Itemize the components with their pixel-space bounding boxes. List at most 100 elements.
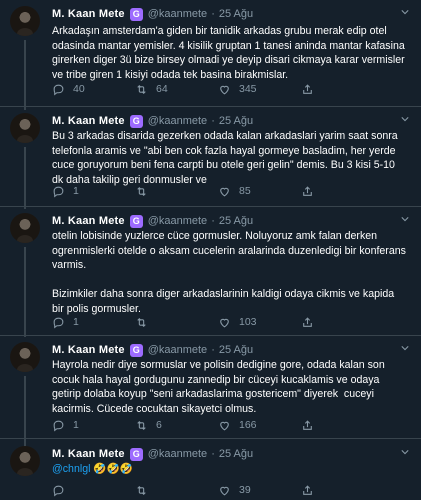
author-name[interactable]: M. Kaan Mete xyxy=(52,448,125,460)
tweet-date[interactable]: 25 Ağu xyxy=(219,448,253,460)
tweet-actions: 39 xyxy=(52,482,392,498)
like-count: 345 xyxy=(239,83,257,95)
chevron-down-icon[interactable] xyxy=(401,448,409,456)
reply-button[interactable] xyxy=(52,484,135,497)
mention-link[interactable]: @chnlgl xyxy=(52,463,90,475)
author-handle[interactable]: @kaanmete xyxy=(148,344,207,356)
share-icon xyxy=(303,316,312,327)
author-handle[interactable]: @kaanmete xyxy=(148,215,207,227)
like-button[interactable]: 85 xyxy=(218,185,301,198)
tweet-header: M. Kaan Mete G @kaanmete · 25 Ağu xyxy=(52,6,253,22)
separator: · xyxy=(211,344,215,356)
reply-icon xyxy=(53,485,64,496)
retweet-icon xyxy=(137,485,146,495)
tweet-header: M. Kaan Mete G @kaanmete · 25 Ağu xyxy=(52,446,253,462)
avatar[interactable] xyxy=(10,213,40,243)
like-button[interactable]: 345 xyxy=(218,83,301,96)
separator: · xyxy=(211,115,215,127)
divider xyxy=(0,206,421,207)
divider xyxy=(0,106,421,107)
author-name[interactable]: M. Kaan Mete xyxy=(52,344,125,356)
app-badge-icon: G xyxy=(129,7,143,21)
heart-icon xyxy=(220,85,229,94)
thread-connector xyxy=(24,147,26,209)
like-count: 166 xyxy=(239,419,257,431)
separator: · xyxy=(211,215,215,227)
avatar[interactable] xyxy=(10,342,40,372)
tweet[interactable]: M. Kaan Mete G @kaanmete · 25 Ağu Hayrol… xyxy=(0,342,421,448)
chevron-down-icon[interactable] xyxy=(401,8,409,16)
share-icon xyxy=(303,83,312,94)
avatar[interactable] xyxy=(10,6,40,36)
tweet-actions: 1 103 xyxy=(52,314,392,330)
chevron-down-icon[interactable] xyxy=(401,215,409,223)
app-badge-icon: G xyxy=(129,214,143,228)
divider xyxy=(0,438,421,439)
reply-count: 1 xyxy=(73,185,79,197)
retweet-count: 64 xyxy=(156,83,168,95)
share-button[interactable] xyxy=(301,484,384,497)
author-name[interactable]: M. Kaan Mete xyxy=(52,115,125,127)
retweet-button[interactable] xyxy=(135,185,218,198)
like-button[interactable]: 39 xyxy=(218,484,301,497)
retweet-icon xyxy=(137,420,146,430)
tweet-date[interactable]: 25 Ağu xyxy=(219,344,253,356)
reply-button[interactable]: 40 xyxy=(52,83,135,96)
author-handle[interactable]: @kaanmete xyxy=(148,115,207,127)
thread-connector xyxy=(24,247,26,337)
share-button[interactable] xyxy=(301,419,384,432)
retweet-button[interactable]: 6 xyxy=(135,419,218,432)
share-button[interactable] xyxy=(301,316,384,329)
tweet[interactable]: M. Kaan Mete G @kaanmete · 25 Ağu Bu 3 a… xyxy=(0,113,421,209)
tweet-text: @chnlgl 🤣🤣🤣 xyxy=(52,462,408,477)
avatar[interactable] xyxy=(10,113,40,143)
separator: · xyxy=(211,8,215,20)
reply-button[interactable]: 1 xyxy=(52,419,135,432)
share-button[interactable] xyxy=(301,83,384,96)
tweet-header: M. Kaan Mete G @kaanmete · 25 Ağu xyxy=(52,213,253,229)
chevron-down-icon[interactable] xyxy=(401,344,409,352)
tweet-date[interactable]: 25 Ağu xyxy=(219,8,253,20)
tweet-header: M. Kaan Mete G @kaanmete · 25 Ağu xyxy=(52,113,253,129)
tweet-text: Hayrola nedir diye sormuslar ve polisin … xyxy=(52,359,388,415)
retweet-button[interactable] xyxy=(135,316,218,329)
tweet-text: otelin lobisinde yuzlerce cüce gormusler… xyxy=(52,230,406,315)
tweet-date[interactable]: 25 Ağu xyxy=(219,115,253,127)
reply-count: 1 xyxy=(73,419,79,431)
share-icon xyxy=(303,484,312,495)
chevron-down-icon[interactable] xyxy=(401,115,409,123)
tweet-header: M. Kaan Mete G @kaanmete · 25 Ağu xyxy=(52,342,253,358)
avatar[interactable] xyxy=(10,446,40,476)
author-handle[interactable]: @kaanmete xyxy=(148,8,207,20)
tweet-actions: 1 6 166 xyxy=(52,417,392,433)
author-name[interactable]: M. Kaan Mete xyxy=(52,215,125,227)
like-button[interactable]: 103 xyxy=(218,316,301,329)
retweet-icon xyxy=(137,186,146,196)
tweet[interactable]: M. Kaan Mete G @kaanmete · 25 Ağu @chnlg… xyxy=(0,446,421,500)
separator: · xyxy=(211,448,215,460)
tweet-emoji-text: 🤣🤣🤣 xyxy=(90,463,133,475)
reply-icon xyxy=(53,420,64,431)
tweet-actions: 1 85 xyxy=(52,183,392,199)
thread-connector xyxy=(24,40,26,110)
tweet[interactable]: M. Kaan Mete G @kaanmete · 25 Ağu Arkada… xyxy=(0,6,421,110)
retweet-button[interactable]: 64 xyxy=(135,83,218,96)
share-button[interactable] xyxy=(301,185,384,198)
tweet-date[interactable]: 25 Ağu xyxy=(219,215,253,227)
reply-icon xyxy=(53,317,64,328)
heart-icon xyxy=(220,486,229,495)
retweet-icon xyxy=(137,317,146,327)
app-badge-icon: G xyxy=(129,114,143,128)
reply-button[interactable]: 1 xyxy=(52,185,135,198)
reply-count: 40 xyxy=(73,83,85,95)
heart-icon xyxy=(220,421,229,430)
share-icon xyxy=(303,185,312,196)
reply-count: 1 xyxy=(73,316,79,328)
like-button[interactable]: 166 xyxy=(218,419,301,432)
author-handle[interactable]: @kaanmete xyxy=(148,448,207,460)
author-name[interactable]: M. Kaan Mete xyxy=(52,8,125,20)
reply-button[interactable]: 1 xyxy=(52,316,135,329)
tweet[interactable]: M. Kaan Mete G @kaanmete · 25 Ağu otelin… xyxy=(0,213,421,337)
retweet-button[interactable] xyxy=(135,484,218,497)
reply-icon xyxy=(53,84,64,95)
